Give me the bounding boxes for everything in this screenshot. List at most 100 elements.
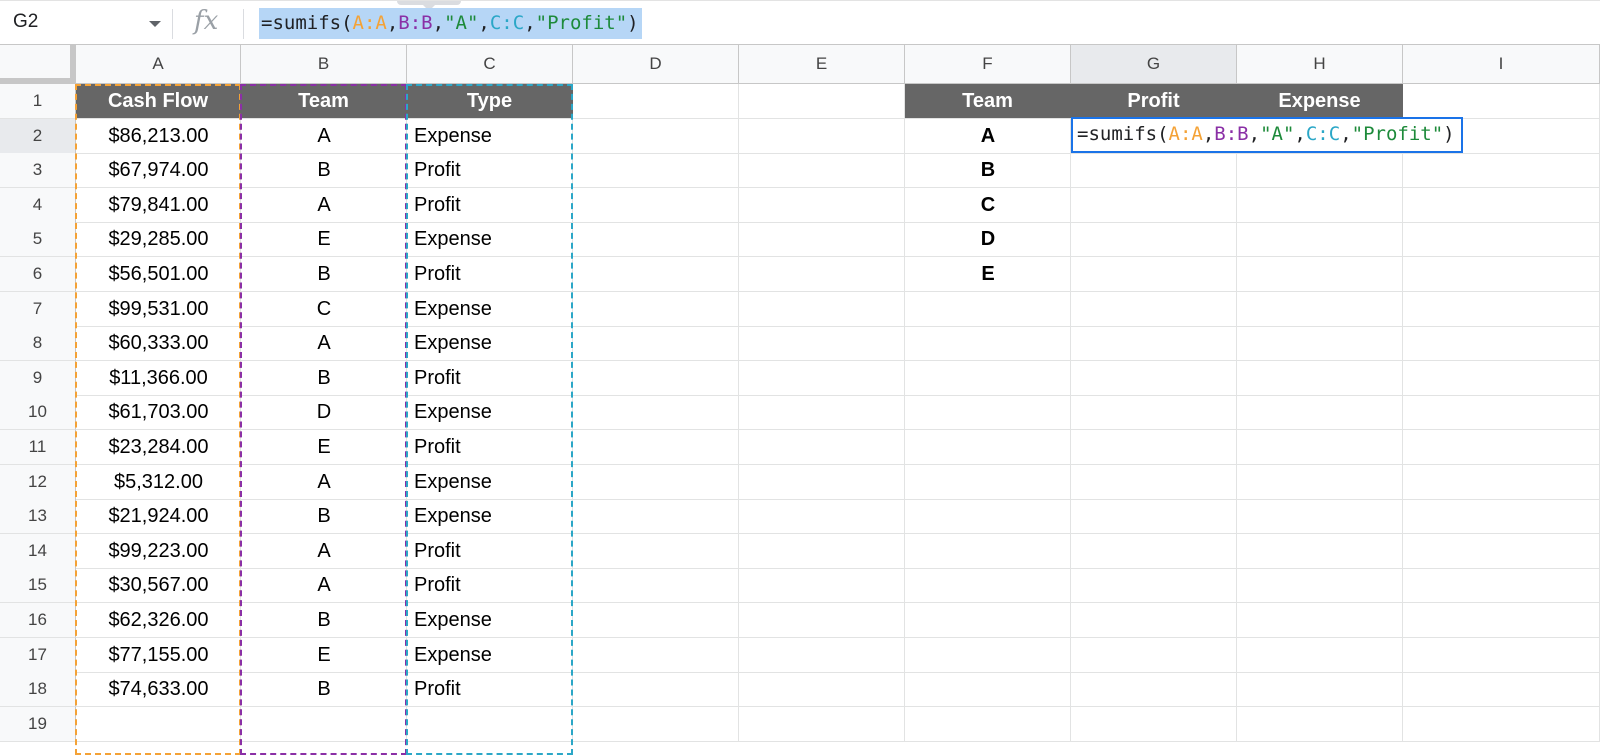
cell[interactable] <box>1071 672 1237 707</box>
cell[interactable] <box>1403 672 1600 707</box>
cell[interactable] <box>573 430 739 465</box>
cell[interactable] <box>905 361 1071 396</box>
cell[interactable] <box>1071 222 1237 257</box>
type-cell[interactable]: Expense <box>407 603 573 638</box>
cell[interactable] <box>407 707 573 742</box>
team-cell[interactable]: E <box>241 638 407 673</box>
cell[interactable] <box>1071 534 1237 569</box>
column-header-c[interactable]: C <box>407 45 573 84</box>
column-header-a[interactable]: A <box>76 45 241 84</box>
cell[interactable] <box>1071 257 1237 292</box>
row-header-6[interactable]: 6 <box>0 257 76 292</box>
cell[interactable] <box>1071 430 1237 465</box>
cell[interactable] <box>905 465 1071 500</box>
cell[interactable] <box>573 465 739 500</box>
type-cell[interactable]: Expense <box>407 465 573 500</box>
team-cell[interactable]: A <box>241 188 407 223</box>
header-cell-team[interactable]: Team <box>241 84 407 118</box>
row-header-2[interactable]: 2 <box>0 119 76 154</box>
cash-flow-cell[interactable]: $99,531.00 <box>76 292 241 327</box>
cell[interactable] <box>739 638 905 673</box>
row-header-16[interactable]: 16 <box>0 603 76 638</box>
team-cell[interactable]: A <box>241 568 407 603</box>
summary-team-cell[interactable]: C <box>905 188 1071 223</box>
cell[interactable] <box>1071 326 1237 361</box>
cell[interactable] <box>573 222 739 257</box>
row-header-19[interactable]: 19 <box>0 707 76 742</box>
cell[interactable] <box>1237 499 1403 534</box>
cell[interactable] <box>1071 707 1237 742</box>
cash-flow-cell[interactable]: $62,326.00 <box>76 603 241 638</box>
cell[interactable] <box>905 638 1071 673</box>
row-header-3[interactable]: 3 <box>0 153 76 188</box>
cell[interactable] <box>1071 188 1237 223</box>
header-cell-cash-flow[interactable]: Cash Flow <box>76 84 241 118</box>
cash-flow-cell[interactable]: $86,213.00 <box>76 119 241 154</box>
cell[interactable] <box>573 361 739 396</box>
cell[interactable] <box>739 534 905 569</box>
team-cell[interactable]: A <box>241 465 407 500</box>
type-cell[interactable]: Expense <box>407 326 573 361</box>
cell[interactable] <box>573 638 739 673</box>
cell[interactable] <box>1403 326 1600 361</box>
column-header-d[interactable]: D <box>573 45 739 84</box>
cell[interactable] <box>573 326 739 361</box>
summary-team-cell[interactable]: E <box>905 257 1071 292</box>
cell[interactable] <box>1237 188 1403 223</box>
cell[interactable] <box>1237 153 1403 188</box>
cell[interactable] <box>739 603 905 638</box>
cash-flow-cell[interactable]: $60,333.00 <box>76 326 241 361</box>
team-cell[interactable]: A <box>241 326 407 361</box>
cell[interactable] <box>1403 499 1600 534</box>
team-cell[interactable]: C <box>241 292 407 327</box>
column-header-b[interactable]: B <box>241 45 407 84</box>
cash-flow-cell[interactable]: $11,366.00 <box>76 361 241 396</box>
cell[interactable] <box>1403 361 1600 396</box>
row-header-18[interactable]: 18 <box>0 672 76 707</box>
cell[interactable] <box>573 534 739 569</box>
cell[interactable] <box>905 499 1071 534</box>
cell[interactable] <box>1237 430 1403 465</box>
cash-flow-cell[interactable]: $5,312.00 <box>76 465 241 500</box>
cash-flow-cell[interactable]: $21,924.00 <box>76 499 241 534</box>
team-cell[interactable]: B <box>241 603 407 638</box>
row-header-10[interactable]: 10 <box>0 395 76 430</box>
cell[interactable] <box>1403 84 1600 119</box>
cash-flow-cell[interactable]: $56,501.00 <box>76 257 241 292</box>
cell[interactable] <box>573 499 739 534</box>
cash-flow-cell[interactable]: $74,633.00 <box>76 672 241 707</box>
type-cell[interactable]: Profit <box>407 361 573 396</box>
team-cell[interactable]: A <box>241 119 407 154</box>
team-cell[interactable]: D <box>241 395 407 430</box>
cell[interactable] <box>739 153 905 188</box>
summary-header-profit[interactable]: Profit <box>1071 84 1237 118</box>
row-header-4[interactable]: 4 <box>0 188 76 223</box>
cell[interactable] <box>1403 534 1600 569</box>
cell[interactable] <box>905 292 1071 327</box>
cell[interactable] <box>1403 707 1600 742</box>
cell[interactable] <box>1237 534 1403 569</box>
cell[interactable] <box>1237 292 1403 327</box>
cell[interactable] <box>739 84 905 119</box>
cell[interactable] <box>1237 707 1403 742</box>
cell[interactable] <box>739 499 905 534</box>
row-header-15[interactable]: 15 <box>0 568 76 603</box>
cell[interactable] <box>1071 153 1237 188</box>
column-header-f[interactable]: F <box>905 45 1071 84</box>
type-cell[interactable]: Profit <box>407 672 573 707</box>
header-cell-type[interactable]: Type <box>407 84 573 118</box>
summary-team-cell[interactable]: A <box>905 119 1071 154</box>
cell[interactable] <box>1403 292 1600 327</box>
cash-flow-cell[interactable]: $61,703.00 <box>76 395 241 430</box>
summary-team-cell[interactable]: D <box>905 222 1071 257</box>
cell[interactable] <box>573 395 739 430</box>
type-cell[interactable]: Profit <box>407 153 573 188</box>
cash-flow-cell[interactable]: $77,155.00 <box>76 638 241 673</box>
row-header-17[interactable]: 17 <box>0 638 76 673</box>
cell[interactable] <box>739 119 905 154</box>
cell[interactable] <box>1071 638 1237 673</box>
cell[interactable] <box>76 707 241 742</box>
cell[interactable] <box>1237 465 1403 500</box>
cell[interactable] <box>905 430 1071 465</box>
cell[interactable] <box>1403 603 1600 638</box>
